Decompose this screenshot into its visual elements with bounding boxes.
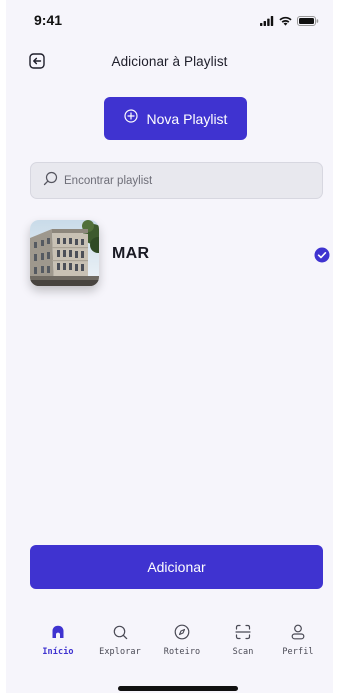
home-icon [48,622,68,642]
battery-icon [297,13,319,31]
nav-item-scan[interactable]: Scan [215,612,271,664]
nav-item-perfil[interactable]: Perfil [270,612,326,664]
phone-screen: 9:41 Adicionar à Playlist Nova Playlist … [6,0,333,693]
playlist-name: MAR [112,245,150,262]
new-playlist-button[interactable]: Nova Playlist [104,97,247,140]
header: Adicionar à Playlist [6,48,333,78]
nav-label-perfil: Perfil [282,647,314,657]
compass-icon [172,622,192,642]
scan-icon [233,622,253,642]
nav-item-explorar[interactable]: Explorar [92,612,148,664]
nav-label-explorar: Explorar [99,647,141,657]
nav-item-roteiro[interactable]: Roteiro [154,612,210,664]
nav-label-roteiro: Roteiro [163,647,201,657]
new-playlist-label: Nova Playlist [146,110,228,127]
search-icon [110,622,130,642]
status-bar: 9:41 [6,0,333,40]
status-icons [260,13,319,31]
signal-icon [260,13,274,31]
bottom-nav: Início Explorar Roteiro Scan Perfil [6,612,333,672]
add-button[interactable]: Adicionar [30,545,323,589]
search-input[interactable] [64,174,304,187]
nav-label-inicio: Início [42,647,74,657]
status-time: 9:41 [34,12,63,28]
nav-item-inicio[interactable]: Início [30,612,86,664]
search-box[interactable] [30,162,323,199]
wifi-icon [279,13,292,31]
check-circle-icon[interactable] [314,247,330,263]
home-indicator [118,686,238,691]
playlist-item[interactable]: MAR [30,220,330,286]
user-icon [288,622,308,642]
page-title: Adicionar à Playlist [111,54,228,69]
playlist-thumbnail [30,220,99,286]
plus-circle-icon [123,109,138,128]
search-icon [43,171,58,191]
nav-label-scan: Scan [232,647,254,657]
